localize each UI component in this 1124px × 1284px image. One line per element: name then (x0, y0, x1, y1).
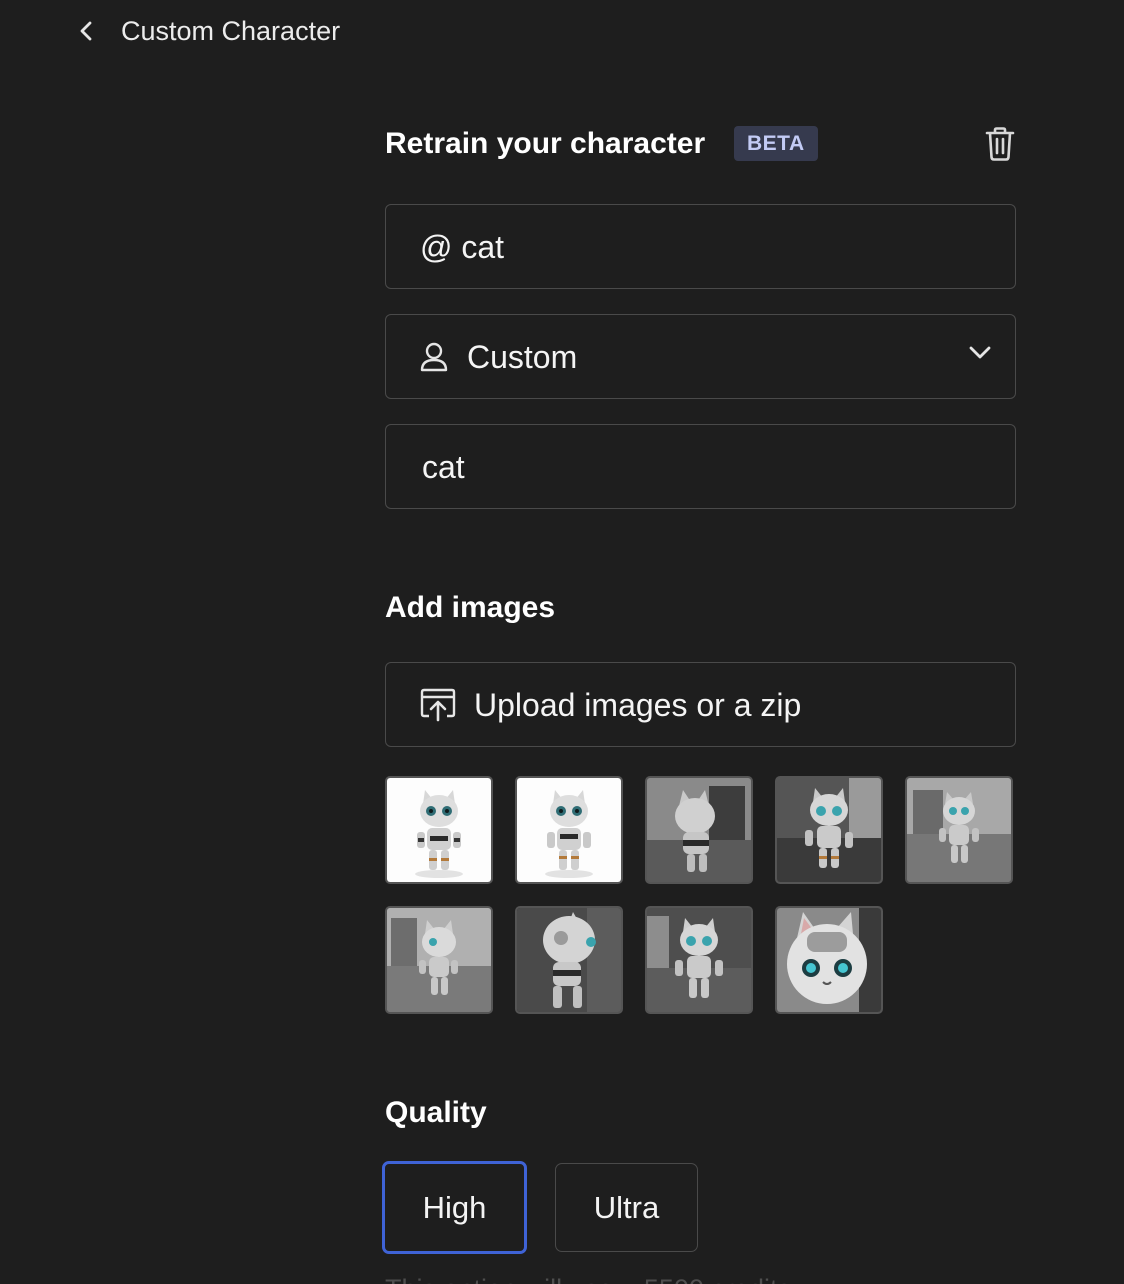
image-thumbnail-2[interactable] (515, 776, 623, 884)
image-thumbnail-1[interactable] (385, 776, 493, 884)
robot-cat-image (517, 778, 621, 882)
beta-badge: BETA (734, 126, 818, 161)
image-thumbnail-9[interactable] (775, 906, 883, 1014)
upload-images-button[interactable]: Upload images or a zip (385, 662, 1016, 747)
trash-icon (985, 127, 1015, 161)
robot-cat-image (647, 778, 751, 882)
character-name-value: cat (422, 449, 465, 485)
delete-character-button[interactable] (982, 125, 1018, 163)
image-thumbnail-5[interactable] (905, 776, 1013, 884)
robot-cat-image (777, 908, 881, 1012)
credit-cost-note: This option will use ~ 5500 credits (385, 1272, 791, 1284)
robot-cat-image (387, 908, 491, 1012)
character-handle-value: @ cat (420, 229, 505, 265)
chevron-down-icon (969, 346, 991, 359)
character-type-dropdown[interactable]: Custom (385, 314, 1016, 399)
robot-cat-image (907, 778, 1011, 882)
character-type-value: Custom (467, 339, 578, 375)
image-thumbnails (385, 776, 1018, 1018)
character-handle-input[interactable]: @ cat (385, 204, 1016, 289)
image-thumbnail-8[interactable] (645, 906, 753, 1014)
top-bar: Custom Character (0, 0, 1124, 62)
image-thumbnail-6[interactable] (385, 906, 493, 1014)
robot-cat-image (777, 778, 881, 882)
quality-option-ultra[interactable]: Ultra (555, 1163, 698, 1252)
retrain-heading-row: Retrain your character BETA (385, 124, 1018, 164)
retrain-title: Retrain your character (385, 127, 706, 160)
character-name-input[interactable]: cat (385, 424, 1016, 509)
upload-icon (420, 688, 456, 722)
person-icon (420, 342, 448, 372)
image-thumbnail-4[interactable] (775, 776, 883, 884)
image-thumbnail-3[interactable] (645, 776, 753, 884)
image-thumbnail-7[interactable] (515, 906, 623, 1014)
page-title: Custom Character (121, 16, 341, 46)
quality-option-high[interactable]: High (382, 1161, 527, 1254)
upload-images-label: Upload images or a zip (474, 687, 802, 723)
custom-character-page: Custom Character Retrain your character … (0, 0, 1124, 1284)
chevron-left-icon (80, 21, 92, 41)
quality-title: Quality (385, 1096, 487, 1129)
robot-cat-image (647, 908, 751, 1012)
back-button[interactable] (70, 14, 104, 48)
add-images-title: Add images (385, 591, 556, 624)
robot-cat-image (517, 908, 621, 1012)
robot-cat-image (387, 778, 491, 882)
